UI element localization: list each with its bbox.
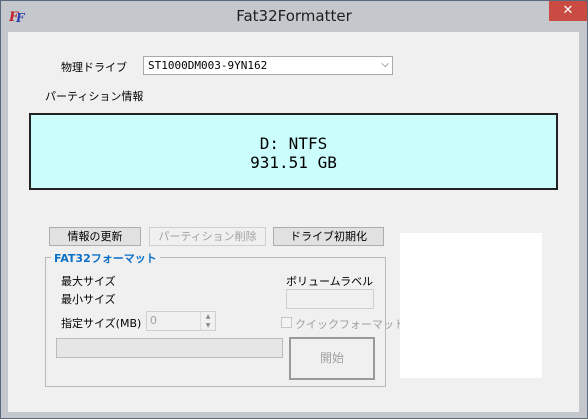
drive-label: 物理ドライブ bbox=[61, 61, 127, 74]
min-size-label: 最小サイズ bbox=[61, 293, 116, 306]
size-label: 指定サイズ(MB) bbox=[61, 317, 142, 330]
chevron-down-icon: ⌵ bbox=[381, 59, 389, 70]
title-bar[interactable]: F F Fat32Formatter ✕ bbox=[1, 1, 587, 32]
drive-select-value: ST1000DM003-9YN162 bbox=[148, 59, 268, 72]
max-size-label: 最大サイズ bbox=[61, 275, 116, 288]
init-drive-button[interactable]: ドライブ初期化 bbox=[273, 227, 384, 246]
close-button[interactable]: ✕ bbox=[549, 1, 587, 21]
start-button[interactable]: 開始 bbox=[289, 337, 375, 380]
app-window: F F Fat32Formatter ✕ 物理ドライブ ST1000DM003-… bbox=[0, 0, 588, 419]
stepper-up-icon[interactable]: ▲ bbox=[201, 312, 215, 321]
quick-format-label: クイックフォーマット bbox=[295, 318, 405, 331]
format-progress-bar bbox=[56, 338, 283, 358]
quick-format-checkbox[interactable] bbox=[281, 317, 292, 328]
refresh-button[interactable]: 情報の更新 bbox=[49, 227, 141, 246]
drive-select[interactable]: ST1000DM003-9YN162 ⌵ bbox=[143, 56, 393, 75]
client-area: 物理ドライブ ST1000DM003-9YN162 ⌵ パーティション情報 D:… bbox=[8, 32, 579, 412]
image-panel bbox=[400, 233, 542, 378]
delete-partition-button[interactable]: パーティション削除 bbox=[149, 227, 266, 246]
stepper-down-icon[interactable]: ▼ bbox=[201, 321, 215, 330]
partition-info-box: D: NTFS 931.51 GB bbox=[29, 113, 558, 190]
partition-info-label: パーティション情報 bbox=[45, 90, 144, 103]
volume-label-caption: ボリュームラベル bbox=[286, 275, 374, 288]
fat32-group-title: FAT32フォーマット bbox=[51, 250, 160, 266]
partition-size: 931.51 GB bbox=[250, 153, 337, 172]
size-stepper[interactable]: 0 ▲ ▼ bbox=[146, 311, 216, 331]
stepper-arrows: ▲ ▼ bbox=[200, 312, 215, 330]
window-title: Fat32Formatter bbox=[236, 7, 352, 25]
volume-label-input[interactable] bbox=[286, 289, 374, 309]
partition-fs: D: NTFS bbox=[259, 134, 328, 153]
size-value: 0 bbox=[150, 314, 157, 327]
